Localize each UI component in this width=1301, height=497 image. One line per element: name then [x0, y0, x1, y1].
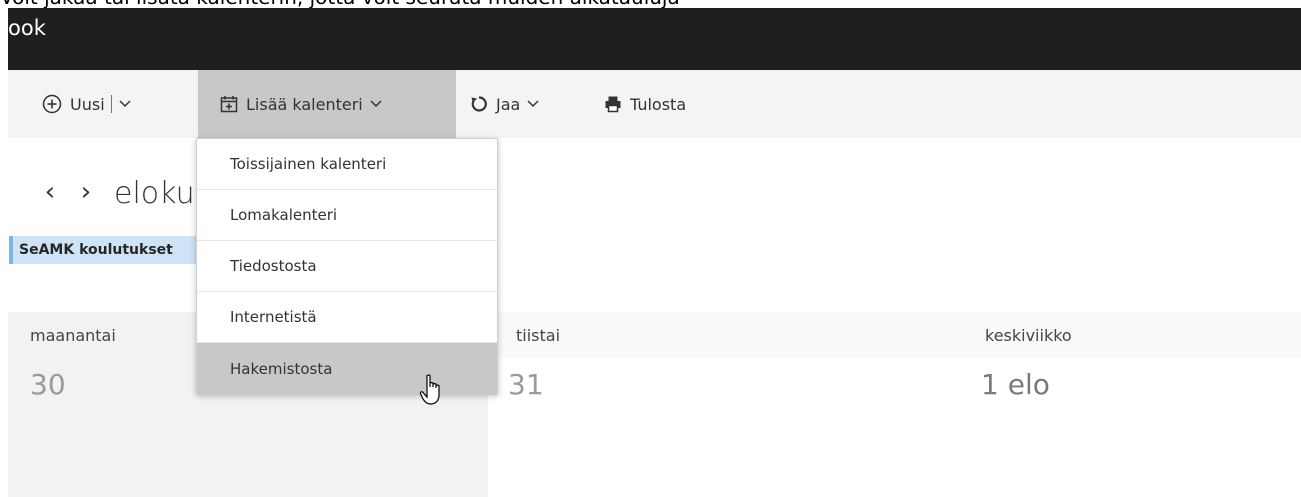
- add-calendar-dropdown: Toissijainen kalenteri Lomakalenteri Tie…: [196, 138, 498, 395]
- chevron-down-icon: [527, 100, 539, 108]
- print-button-label: Tulosta: [630, 94, 687, 114]
- menu-item-from-directory[interactable]: Hakemistosta: [197, 343, 497, 395]
- plus-circle-icon: [42, 94, 62, 114]
- menu-item-from-file[interactable]: Tiedostosta: [197, 241, 497, 292]
- chevron-down-icon[interactable]: [119, 100, 131, 108]
- title-bar: ook: [8, 8, 1301, 70]
- calendar-chip[interactable]: SeAMK koulutukset: [9, 236, 209, 264]
- day-header-tuesday: tiistai: [488, 312, 963, 358]
- day-number: 31: [508, 368, 544, 401]
- menu-item-from-internet[interactable]: Internetistä: [197, 292, 497, 343]
- app-name: ook: [8, 16, 46, 40]
- new-button-label: Uusi: [70, 94, 105, 114]
- top-text-strip: Voit jakaa tai lisätä kalenterin, jotta …: [0, 0, 1301, 8]
- calendar-add-icon: [220, 95, 238, 113]
- day-cell-wednesday[interactable]: 1 elo: [963, 358, 1301, 497]
- date-navigation: ‹ ›: [38, 172, 98, 212]
- menu-item-secondary-calendar[interactable]: Toissijainen kalenteri: [197, 139, 497, 190]
- chevron-down-icon: [370, 100, 382, 108]
- hand-pointer-cursor-icon: [419, 374, 445, 410]
- add-calendar-button[interactable]: Lisää kalenteri: [198, 70, 456, 138]
- menu-item-holiday-calendar[interactable]: Lomakalenteri: [197, 190, 497, 241]
- new-button[interactable]: Uusi: [42, 70, 131, 138]
- day-number: 1 elo: [981, 368, 1050, 401]
- share-button[interactable]: Jaa: [470, 70, 539, 138]
- previous-month-button[interactable]: ‹: [38, 172, 62, 212]
- split-divider: [110, 95, 112, 113]
- day-number: 30: [30, 368, 66, 401]
- next-month-button[interactable]: ›: [74, 172, 98, 212]
- share-icon: [470, 95, 488, 113]
- day-cell-tuesday[interactable]: 31: [488, 358, 963, 497]
- share-button-label: Jaa: [496, 94, 521, 114]
- add-calendar-label: Lisää kalenteri: [246, 94, 363, 114]
- print-button[interactable]: Tulosta: [604, 70, 686, 138]
- top-strip-text: Voit jakaa tai lisätä kalenterin, jotta …: [0, 0, 680, 8]
- printer-icon: [604, 95, 622, 113]
- day-header-wednesday: keskiviikko: [963, 312, 1301, 358]
- command-bar: Uusi Lisää kalenteri Jaa Tulosta: [8, 70, 1301, 138]
